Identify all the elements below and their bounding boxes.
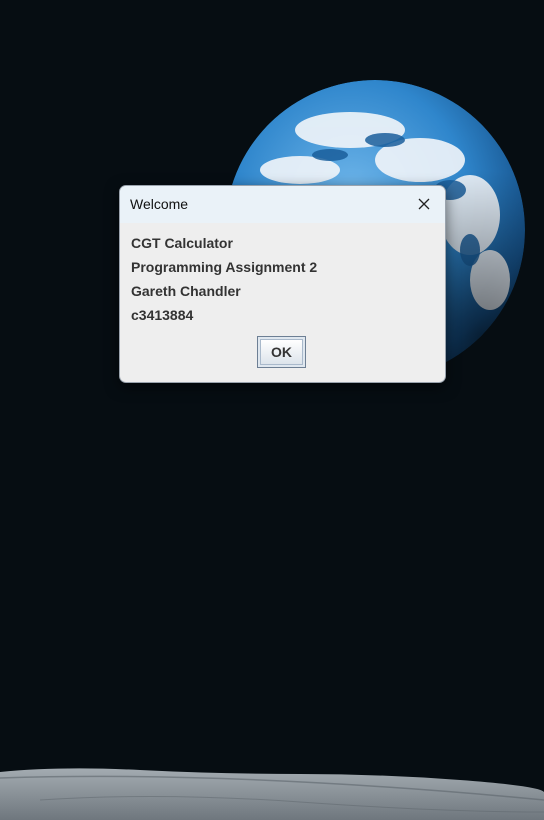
dialog-title: Welcome (130, 196, 189, 212)
ok-button-face: OK (260, 339, 303, 365)
ok-button[interactable]: OK (257, 336, 306, 368)
desktop-wallpaper (0, 0, 544, 820)
ok-button-label: OK (271, 344, 292, 360)
message-line-app-name: CGT Calculator (131, 235, 233, 251)
close-button[interactable] (403, 186, 445, 223)
message-line-assignment: Programming Assignment 2 (131, 259, 318, 275)
message-line-student-id: c3413884 (131, 307, 194, 323)
dialog-message: CGT Calculator Programming Assignment 2 … (131, 235, 317, 331)
close-icon (418, 198, 430, 210)
message-line-author: Gareth Chandler (131, 283, 241, 299)
dialog-titlebar[interactable]: Welcome (120, 186, 445, 223)
welcome-dialog: Welcome CGT Calculator Programming Assig… (119, 185, 446, 383)
